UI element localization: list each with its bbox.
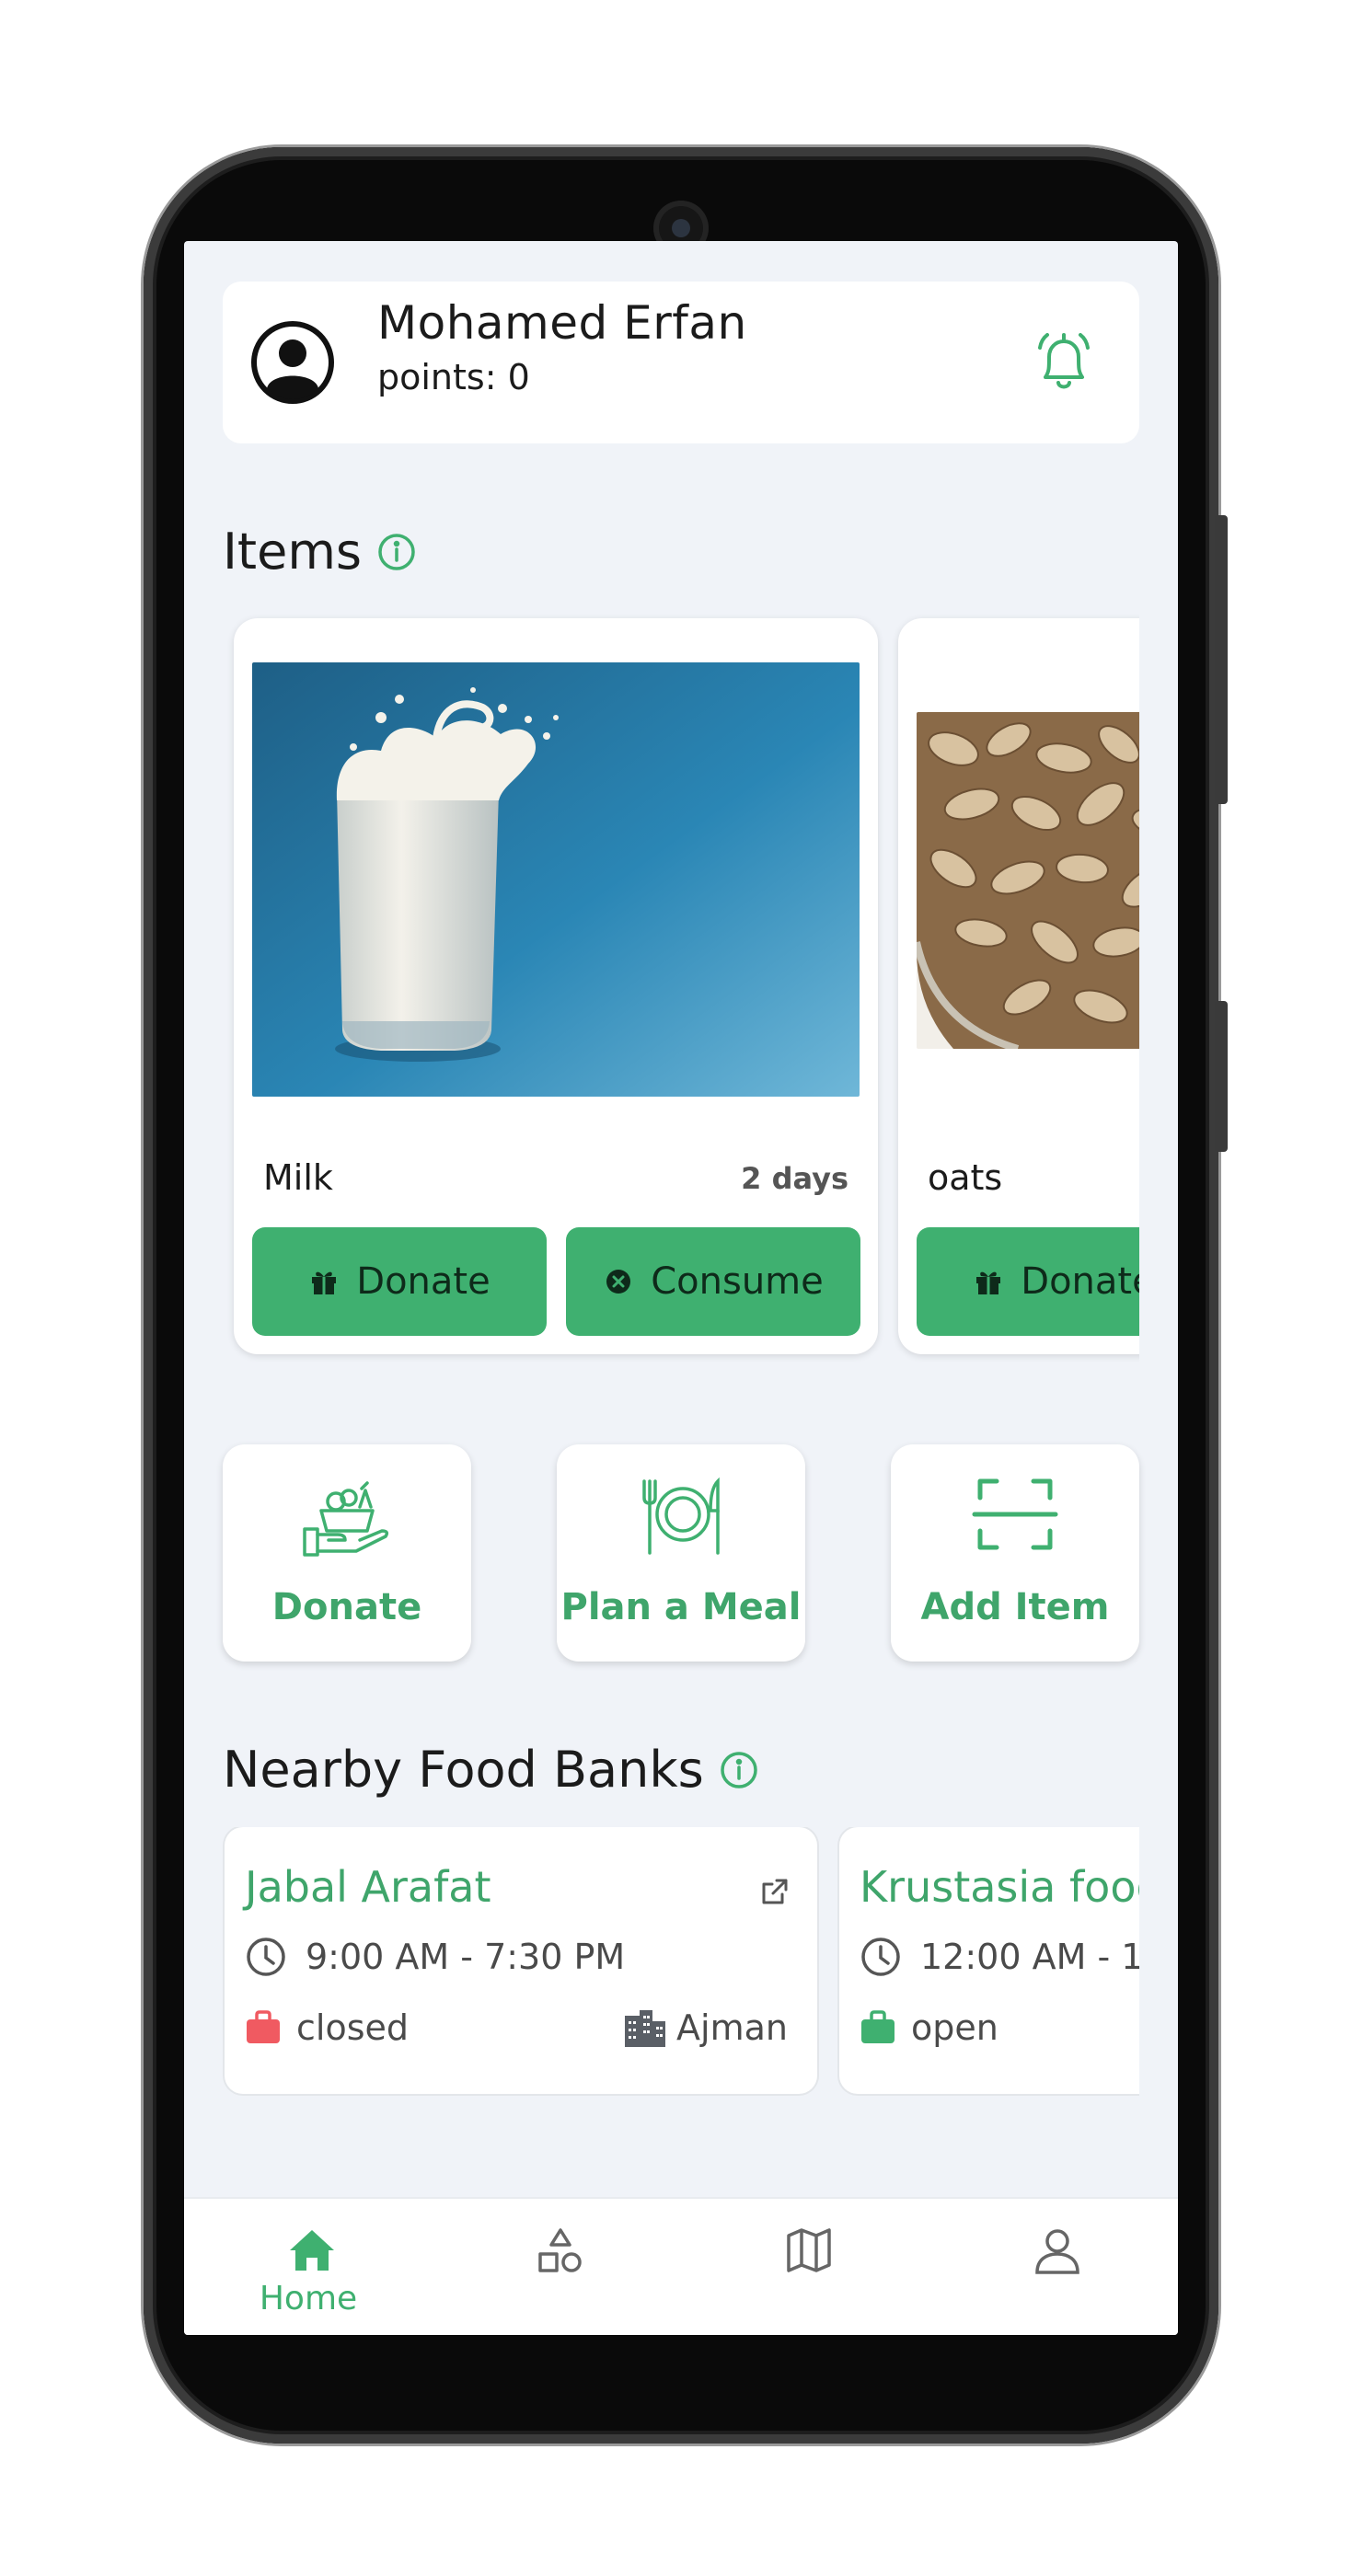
donate-label: Donate	[1021, 1260, 1139, 1303]
nav-profile[interactable]	[929, 2199, 1178, 2335]
food-bank-card[interactable]: Krustasia food 12:00 AM - 11:59 PM open	[839, 1827, 1139, 2094]
external-link-icon[interactable]	[758, 1877, 790, 1908]
home-icon	[290, 2230, 334, 2271]
food-bank-status: open	[860, 2007, 998, 2048]
user-name: Mohamed Erfan	[377, 296, 747, 350]
food-bank-hours: 9:00 AM - 7:30 PM	[245, 1936, 625, 1978]
consume-button[interactable]: Consume	[566, 1227, 860, 1336]
info-icon[interactable]	[376, 532, 417, 572]
phone-volume-button	[1215, 515, 1228, 804]
scan-icon	[972, 1478, 1058, 1550]
food-bank-name: Jabal Arafat	[245, 1862, 491, 1912]
plan-meal-label: Plan a Meal	[560, 1586, 802, 1628]
item-expiry: 2 days	[741, 1161, 848, 1196]
briefcase-icon	[247, 2010, 280, 2043]
items-title-text: Items	[223, 523, 363, 581]
items-carousel[interactable]: Milk 2 days Donate Consume oats Donat	[223, 609, 1139, 1382]
nav-home[interactable]: Home	[184, 2199, 433, 2335]
donate-action-label: Donate	[271, 1586, 422, 1628]
food-banks-carousel[interactable]: Jabal Arafat 9:00 AM - 7:30 PM closed Aj…	[223, 1827, 1139, 2103]
food-bank-status: closed	[245, 2007, 409, 2048]
map-icon	[787, 2228, 831, 2272]
avatar-icon[interactable]	[250, 320, 335, 405]
donate-label: Donate	[356, 1260, 491, 1303]
app-screen: Mohamed Erfan points: 0 Items Milk 2 day…	[184, 241, 1178, 2335]
donation-basket-icon	[303, 1481, 389, 1557]
plate-cutlery-icon	[642, 1477, 720, 1555]
briefcase-icon	[861, 2010, 895, 2043]
plan-meal-button[interactable]: Plan a Meal	[557, 1444, 805, 1662]
city-icon	[625, 2010, 666, 2047]
item-name: oats	[928, 1157, 1003, 1198]
gift-icon	[312, 1271, 337, 1294]
food-banks-title-text: Nearby Food Banks	[223, 1741, 704, 1799]
info-icon[interactable]	[719, 1750, 759, 1790]
item-card[interactable]: Milk 2 days Donate Consume	[234, 618, 878, 1354]
user-points: points: 0	[377, 357, 530, 397]
clock-icon	[247, 1938, 285, 1976]
shapes-icon	[538, 2228, 582, 2272]
food-banks-section-title: Nearby Food Banks	[223, 1741, 759, 1799]
food-bank-name: Krustasia food	[860, 1862, 1139, 1912]
hours-text: 9:00 AM - 7:30 PM	[306, 1937, 626, 1977]
food-bank-card[interactable]: Jabal Arafat 9:00 AM - 7:30 PM closed Aj…	[225, 1827, 817, 2094]
city-text: Ajman	[676, 2007, 788, 2048]
user-icon	[1035, 2229, 1079, 2274]
item-name: Milk	[263, 1157, 333, 1198]
donate-button[interactable]: Donate	[252, 1227, 547, 1336]
oats-image	[917, 712, 1139, 1049]
food-bank-hours: 12:00 AM - 11:59 PM	[860, 1936, 1139, 1978]
items-section-title: Items	[223, 523, 417, 581]
phone-power-button	[1215, 1001, 1228, 1152]
donate-button[interactable]: Donate	[917, 1227, 1139, 1336]
add-item-label: Add Item	[920, 1586, 1110, 1628]
bottom-navigation: Home	[184, 2197, 1178, 2335]
nav-home-label: Home	[259, 2280, 358, 2317]
status-text: closed	[296, 2007, 409, 2048]
gift-icon	[976, 1271, 1001, 1294]
close-circle-icon	[606, 1270, 631, 1294]
milk-image	[252, 662, 860, 1097]
hours-text: 12:00 AM - 11:59 PM	[920, 1937, 1139, 1977]
clock-icon	[861, 1938, 900, 1976]
nav-categories[interactable]	[433, 2199, 681, 2335]
consume-label: Consume	[651, 1260, 824, 1303]
add-item-button[interactable]: Add Item	[891, 1444, 1139, 1662]
notification-bell-icon[interactable]	[1031, 328, 1097, 397]
nav-map[interactable]	[681, 2199, 929, 2335]
donate-action-button[interactable]: Donate	[223, 1444, 471, 1662]
user-header-card: Mohamed Erfan points: 0	[223, 282, 1139, 443]
status-text: open	[911, 2007, 998, 2048]
item-card[interactable]: oats Donate	[898, 618, 1139, 1354]
food-bank-city: Ajman	[623, 2007, 788, 2048]
